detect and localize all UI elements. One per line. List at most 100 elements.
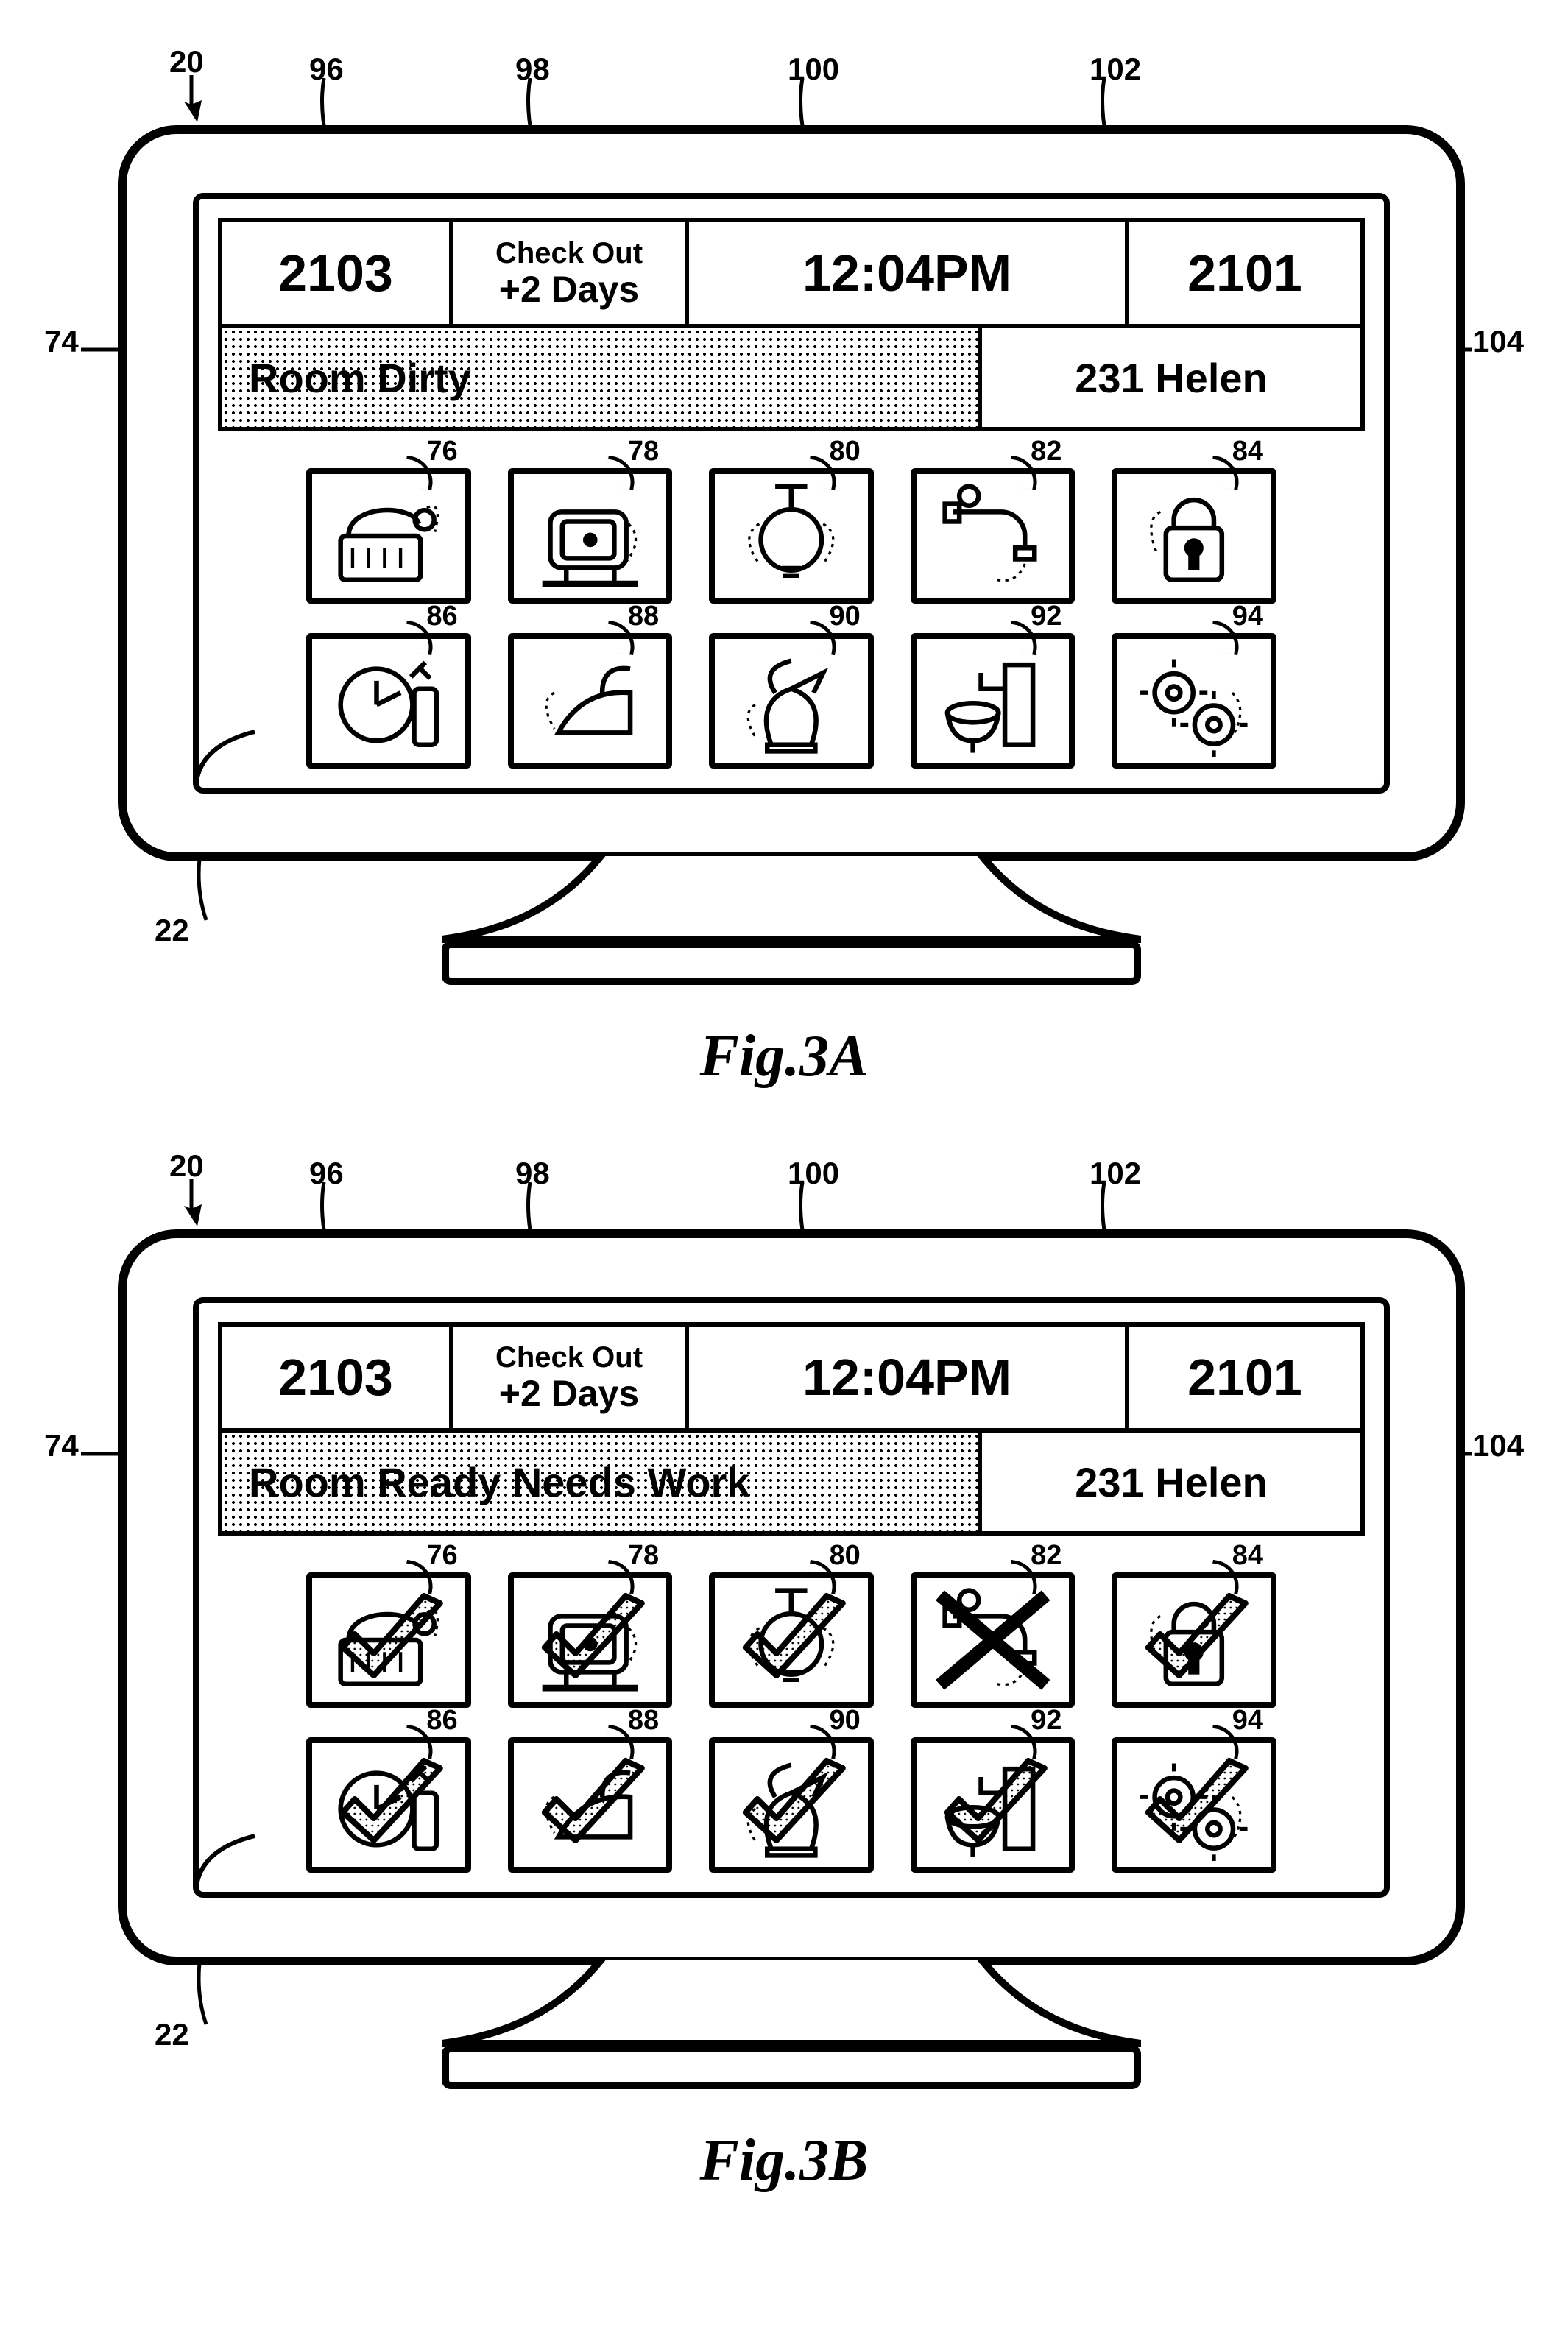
task-icon-grid: 76 78 80 82 84 86 88 90 92 — [306, 1572, 1276, 1873]
icon-ref: 82 — [1031, 436, 1062, 467]
monitor: 2103 Check Out +2 Days 12:04PM 2101 Room… — [118, 1229, 1465, 1965]
screen: 2103 Check Out +2 Days 12:04PM 2101 Room… — [193, 1297, 1390, 1898]
room-left-cell[interactable]: 2103 — [218, 1322, 453, 1433]
header-row: 2103 Check Out +2 Days 12:04PM 2101 — [218, 1322, 1365, 1433]
lightbulb-icon[interactable]: 80 — [709, 468, 874, 604]
icon-ref: 84 — [1232, 436, 1263, 467]
faucet-icon-art — [922, 480, 1064, 592]
staff-ref: 104 — [1472, 324, 1524, 359]
screen: 2103 Check Out +2 Days 12:04PM 2101 Room… — [193, 193, 1390, 794]
icon-ref: 84 — [1232, 1540, 1263, 1572]
check-overlay-icon — [719, 1583, 864, 1698]
monitor-base — [442, 941, 1141, 985]
icon-ref: 82 — [1031, 1540, 1062, 1572]
icon-ref: 90 — [830, 1705, 861, 1737]
room-right-cell[interactable]: 2101 — [1129, 218, 1365, 328]
iron-icon[interactable]: 88 — [508, 633, 673, 769]
staff-cell[interactable]: 231 Helen — [982, 1433, 1365, 1536]
status-ref: 74 — [44, 324, 79, 359]
faucet-icon[interactable]: 82 — [911, 468, 1076, 604]
sink-icon[interactable]: 92 — [911, 1737, 1076, 1873]
status-row: Room Ready Needs Work 231 Helen — [218, 1433, 1365, 1536]
icon-ref: 90 — [830, 601, 861, 632]
figure-A: 20 96 98 100 102 74 104 72 22 2103 Check… — [44, 44, 1524, 1119]
icon-ref: 80 — [830, 436, 861, 467]
icon-ref: 78 — [628, 436, 659, 467]
lock-icon-art — [1123, 480, 1265, 592]
icon-ref: 94 — [1232, 601, 1263, 632]
icon-ref: 78 — [628, 1540, 659, 1572]
lightbulb-icon-art — [721, 480, 862, 592]
check-overlay-icon — [518, 1748, 663, 1862]
gears-icon[interactable]: 94 — [1112, 633, 1276, 769]
clock-icon[interactable]: 86 — [306, 633, 471, 769]
kettle-icon-art — [721, 645, 862, 757]
check-overlay-icon — [1122, 1748, 1266, 1862]
room-status[interactable]: Room Ready Needs Work — [218, 1433, 982, 1536]
phone-icon[interactable]: 76 — [306, 468, 471, 604]
check-overlay-icon — [921, 1748, 1065, 1862]
staff-ref: 104 — [1472, 1428, 1524, 1463]
gears-icon-art — [1123, 645, 1265, 757]
lightbulb-icon[interactable]: 80 — [709, 1572, 874, 1708]
icon-ref: 76 — [426, 1540, 457, 1572]
status-ref: 74 — [44, 1428, 79, 1463]
monitor-ref: 20 — [169, 44, 204, 80]
icon-ref: 80 — [830, 1540, 861, 1572]
monitor-base — [442, 2045, 1141, 2089]
iron-icon-art — [520, 645, 661, 757]
checkout-cell[interactable]: Check Out +2 Days — [453, 218, 689, 328]
sink-icon-art — [922, 645, 1064, 757]
room-left-cell[interactable]: 2103 — [218, 218, 453, 328]
icon-ref: 88 — [628, 601, 659, 632]
icon-ref: 94 — [1232, 1705, 1263, 1737]
room-status[interactable]: Room Dirty — [218, 328, 982, 431]
gears-icon[interactable]: 94 — [1112, 1737, 1276, 1873]
checkout-line1: Check Out — [495, 1341, 643, 1374]
kettle-icon[interactable]: 90 — [709, 633, 874, 769]
monitor: 2103 Check Out +2 Days 12:04PM 2101 Room… — [118, 125, 1465, 861]
icon-ref: 76 — [426, 436, 457, 467]
tv-icon[interactable]: 78 — [508, 468, 673, 604]
monitor-neck — [604, 854, 979, 942]
time-cell: 12:04PM — [689, 1322, 1129, 1433]
check-overlay-icon — [317, 1748, 461, 1862]
cross-overlay-icon — [921, 1583, 1065, 1698]
task-icon-grid: 76 78 80 82 84 86 88 90 92 — [306, 468, 1276, 769]
room-right-cell[interactable]: 2101 — [1129, 1322, 1365, 1433]
status-row: Room Dirty 231 Helen — [218, 328, 1365, 431]
clock-icon-art — [318, 645, 459, 757]
phone-icon[interactable]: 76 — [306, 1572, 471, 1708]
iron-icon[interactable]: 88 — [508, 1737, 673, 1873]
check-overlay-icon — [518, 1583, 663, 1698]
icon-ref: 86 — [426, 1705, 457, 1737]
monitor-neck — [604, 1958, 979, 2046]
icon-ref: 88 — [628, 1705, 659, 1737]
figure-B: 20 96 98 100 102 74 104 72 22 2103 Check… — [44, 1148, 1524, 2223]
checkout-line2: +2 Days — [499, 269, 639, 310]
icon-ref: 86 — [426, 601, 457, 632]
phone-icon-art — [318, 480, 459, 592]
lock-icon[interactable]: 84 — [1112, 468, 1276, 604]
faucet-icon[interactable]: 82 — [911, 1572, 1076, 1708]
check-overlay-icon — [719, 1748, 864, 1862]
tv-icon[interactable]: 78 — [508, 1572, 673, 1708]
sink-icon[interactable]: 92 — [911, 633, 1076, 769]
checkout-cell[interactable]: Check Out +2 Days — [453, 1322, 689, 1433]
checkout-line2: +2 Days — [499, 1374, 639, 1414]
time-cell: 12:04PM — [689, 218, 1129, 328]
icon-ref: 92 — [1031, 601, 1062, 632]
header-row: 2103 Check Out +2 Days 12:04PM 2101 — [218, 218, 1365, 328]
tv-icon-art — [520, 480, 661, 592]
icon-ref: 92 — [1031, 1705, 1062, 1737]
figure-caption: Fig.3A — [44, 1023, 1524, 1090]
check-overlay-icon — [317, 1583, 461, 1698]
clock-icon[interactable]: 86 — [306, 1737, 471, 1873]
check-overlay-icon — [1122, 1583, 1266, 1698]
staff-cell[interactable]: 231 Helen — [982, 328, 1365, 431]
figure-caption: Fig.3B — [44, 2127, 1524, 2194]
lock-icon[interactable]: 84 — [1112, 1572, 1276, 1708]
monitor-ref: 20 — [169, 1148, 204, 1184]
checkout-line1: Check Out — [495, 237, 643, 269]
kettle-icon[interactable]: 90 — [709, 1737, 874, 1873]
